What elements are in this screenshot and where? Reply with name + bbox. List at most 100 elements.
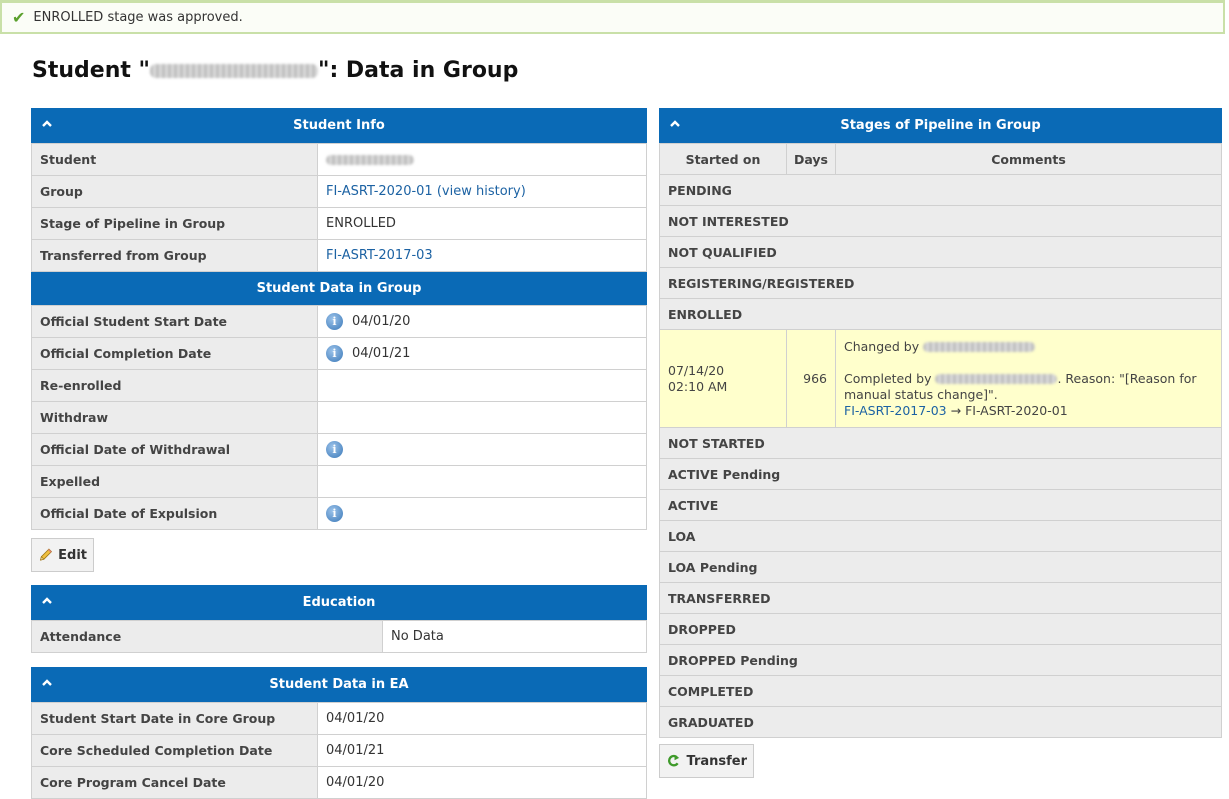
student-info-header[interactable]: Student Info <box>31 108 647 143</box>
transfer-button[interactable]: Transfer <box>659 744 754 778</box>
stage-row: DROPPED Pending <box>659 644 1222 676</box>
table-row: Official Completion Date i 04/01/21 <box>31 337 647 370</box>
stage-name: ENROLLED <box>659 298 1222 330</box>
stage-name: LOA <box>659 520 1222 552</box>
re-enrolled-value <box>317 369 647 402</box>
row-label: Official Date of Expulsion <box>31 497 318 530</box>
stage-name: ACTIVE Pending <box>659 458 1222 490</box>
stage-row: ACTIVE <box>659 489 1222 521</box>
success-alert: ✔ ENROLLED stage was approved. <box>0 0 1225 34</box>
stage-name: DROPPED <box>659 613 1222 645</box>
stage-name: TRANSFERRED <box>659 582 1222 614</box>
table-row: Withdraw <box>31 401 647 434</box>
withdraw-value <box>317 401 647 434</box>
page-title: Student " ": Data in Group <box>32 58 519 83</box>
stage-value: ENROLLED <box>317 207 647 240</box>
ea-value: 04/01/20 <box>317 766 647 799</box>
stage-name: LOA Pending <box>659 551 1222 583</box>
group-value: FI-ASRT-2020-01 (view history) <box>317 175 647 208</box>
stage-entry-row: 07/14/20 02:10 AM 966 Changed by Complet… <box>659 329 1222 428</box>
student-name-value <box>317 143 647 176</box>
info-icon[interactable]: i <box>326 505 343 522</box>
stage-name: ACTIVE <box>659 489 1222 521</box>
table-row: Attendance No Data <box>31 620 647 653</box>
stage-name: NOT INTERESTED <box>659 205 1222 237</box>
table-row: Expelled <box>31 465 647 498</box>
table-row: Core Program Cancel Date 04/01/20 <box>31 766 647 799</box>
stage-row: LOA Pending <box>659 551 1222 583</box>
redacted-user <box>923 342 1036 352</box>
ea-header[interactable]: Student Data in EA <box>31 667 647 702</box>
table-row: Stage of Pipeline in Group ENROLLED <box>31 207 647 240</box>
transfer-path-line: FI-ASRT-2017-03 → FI-ASRT-2020-01 <box>844 402 1068 418</box>
table-row: Group FI-ASRT-2020-01 (view history) <box>31 175 647 208</box>
stage-row: COMPLETED <box>659 675 1222 707</box>
row-label: Official Date of Withdrawal <box>31 433 318 466</box>
redacted-user <box>935 374 1058 384</box>
changed-by-line: Changed by <box>844 339 1213 355</box>
student-info-table: Student Group FI-ASRT-2020-01 (view hist… <box>31 143 647 272</box>
stages-header-row: Started on Days Comments <box>659 143 1222 175</box>
chevron-up-icon[interactable] <box>670 119 680 129</box>
from-group-link[interactable]: FI-ASRT-2017-03 <box>844 403 947 418</box>
row-label: Withdraw <box>31 401 318 434</box>
education-header[interactable]: Education <box>31 585 647 620</box>
ea-value: 04/01/20 <box>317 702 647 735</box>
row-label: Group <box>31 175 318 208</box>
table-row: Official Date of Withdrawal i <box>31 433 647 466</box>
transferred-from-link[interactable]: FI-ASRT-2017-03 <box>326 248 433 263</box>
edit-button[interactable]: Edit <box>31 538 94 572</box>
stage-row: TRANSFERRED <box>659 582 1222 614</box>
chevron-up-icon[interactable] <box>42 596 52 606</box>
pencil-icon <box>39 548 53 561</box>
row-label: Official Completion Date <box>31 337 318 370</box>
view-history-link[interactable]: (view history) <box>437 184 526 199</box>
education-table: Attendance No Data <box>31 620 647 653</box>
row-label: Student Start Date in Core Group <box>31 702 318 735</box>
stage-row: DROPPED <box>659 613 1222 645</box>
stage-name: NOT QUALIFIED <box>659 236 1222 268</box>
stage-name: REGISTERING/REGISTERED <box>659 267 1222 299</box>
info-icon[interactable]: i <box>326 441 343 458</box>
stage-row: LOA <box>659 520 1222 552</box>
student-data-in-group-table: Official Student Start Date i 04/01/20 Of… <box>31 305 647 530</box>
redacted-student-name <box>326 154 414 165</box>
stages-header[interactable]: Stages of Pipeline in Group <box>659 108 1222 143</box>
stage-name: DROPPED Pending <box>659 644 1222 676</box>
started-on-cell: 07/14/20 02:10 AM <box>659 329 787 428</box>
education-panel: Education Attendance No Data <box>31 585 647 653</box>
ea-value: 04/01/21 <box>317 734 647 767</box>
transfer-arrow-icon <box>668 754 680 767</box>
column-header-comments: Comments <box>835 143 1222 175</box>
withdrawal-date-value: i <box>317 433 647 466</box>
info-icon[interactable]: i <box>326 345 343 362</box>
row-label: Stage of Pipeline in Group <box>31 207 318 240</box>
row-label: Transferred from Group <box>31 239 318 272</box>
student-info-panel: Student Info Student Group FI-ASRT-2020-… <box>31 108 647 530</box>
chevron-up-icon[interactable] <box>42 678 52 688</box>
group-link[interactable]: FI-ASRT-2020-01 <box>326 184 433 199</box>
expulsion-date-value: i <box>317 497 647 530</box>
stage-row: ACTIVE Pending <box>659 458 1222 490</box>
table-row: Official Date of Expulsion i <box>31 497 647 530</box>
chevron-up-icon[interactable] <box>42 119 52 129</box>
row-label: Official Student Start Date <box>31 305 318 338</box>
stage-row: NOT QUALIFIED <box>659 236 1222 268</box>
completion-date-value: i 04/01/21 <box>317 337 647 370</box>
completed-by-line: Completed by . Reason: "[Reason for manu… <box>844 370 1197 402</box>
transferred-from-value: FI-ASRT-2017-03 <box>317 239 647 272</box>
ea-panel: Student Data in EA Student Start Date in… <box>31 667 647 799</box>
attendance-value: No Data <box>382 620 647 653</box>
redacted-student-name <box>150 64 318 78</box>
column-header-started-on: Started on <box>659 143 787 175</box>
table-row: Student Start Date in Core Group 04/01/2… <box>31 702 647 735</box>
column-header-days: Days <box>786 143 836 175</box>
stage-row: ENROLLED <box>659 298 1222 330</box>
stage-row: GRADUATED <box>659 706 1222 738</box>
row-label: Core Program Cancel Date <box>31 766 318 799</box>
row-label: Re-enrolled <box>31 369 318 402</box>
info-icon[interactable]: i <box>326 313 343 330</box>
row-label: Core Scheduled Completion Date <box>31 734 318 767</box>
stage-row: PENDING <box>659 174 1222 206</box>
row-label: Student <box>31 143 318 176</box>
